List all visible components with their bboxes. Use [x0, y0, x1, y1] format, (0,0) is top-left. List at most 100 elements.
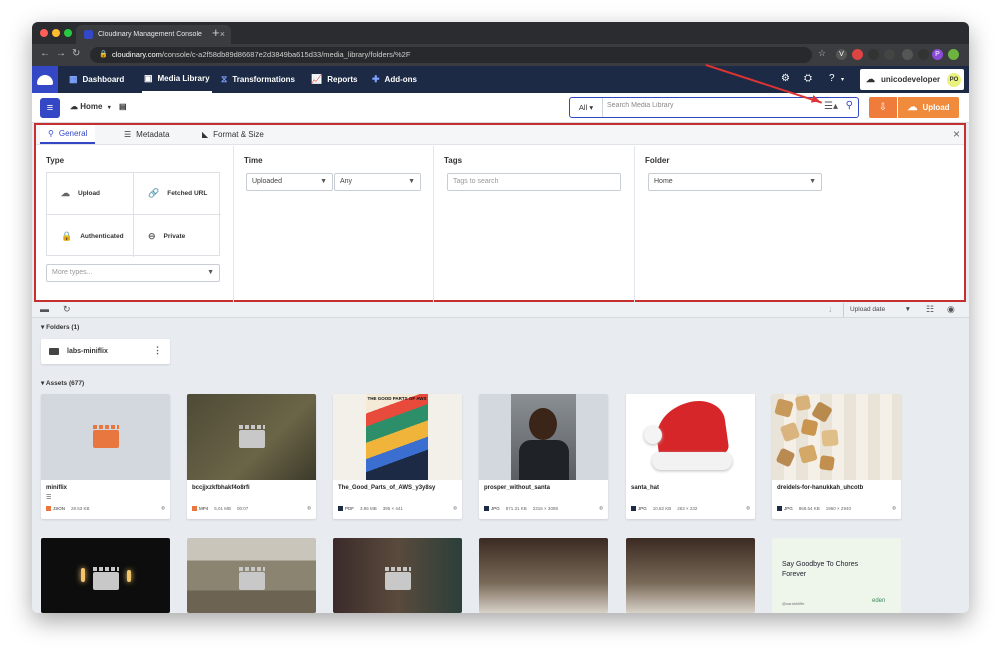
- url-field[interactable]: 🔒 cloudinary.com/console/c-a2f58db89d866…: [90, 47, 812, 63]
- maximize-window-button[interactable]: [64, 29, 72, 37]
- type-private[interactable]: ⊖ Private: [134, 215, 221, 257]
- asset-card[interactable]: dreidels-for-hanukkah_uhcotb JPG 868.64 …: [772, 394, 901, 519]
- promo-handle: @sarahbliffe: [782, 601, 805, 606]
- extension-puzzle-icon[interactable]: [918, 49, 929, 60]
- close-filter-panel-icon[interactable]: ×: [953, 127, 960, 141]
- preview-eye-icon[interactable]: ◉: [947, 304, 955, 315]
- tab-format-size[interactable]: ◣ Format & Size: [194, 125, 272, 144]
- asset-dimensions: 263 × 232: [677, 505, 698, 511]
- reload-icon[interactable]: ↻: [72, 48, 80, 59]
- extension-gray-icon[interactable]: [884, 49, 895, 60]
- help-icon[interactable]: ?: [829, 73, 835, 84]
- cloudinary-logo-icon[interactable]: [32, 66, 58, 93]
- extension-dark-icon[interactable]: [868, 49, 879, 60]
- nav-addons[interactable]: ✚ Add-ons: [372, 66, 417, 93]
- asset-card[interactable]: [187, 538, 316, 613]
- list-view-icon[interactable]: ☷: [926, 304, 934, 315]
- user-menu[interactable]: ☁ unicodeveloper PO: [860, 69, 964, 90]
- download-button[interactable]: ⇩: [869, 97, 898, 118]
- type-fetched-url[interactable]: 🔗 Fetched URL: [134, 173, 221, 215]
- app-navbar: ▦ Dashboard ▣ Media Library ⧖ Transforma…: [32, 66, 969, 93]
- nav-reports[interactable]: 📈 Reports: [311, 66, 357, 93]
- asset-card[interactable]: miniflix ☰ JSON 28.53 KB ◍: [41, 394, 170, 519]
- forward-arrow-icon[interactable]: →: [56, 48, 66, 59]
- breadcrumb-chevron-icon[interactable]: ▾: [108, 105, 111, 111]
- folders-section-title[interactable]: ▾ Folders (1): [41, 323, 79, 331]
- folder-card[interactable]: labs-miniflix ⋮: [41, 339, 170, 364]
- nav-transformations[interactable]: ⧖ Transformations: [221, 66, 295, 93]
- url-host: cloudinary.com: [112, 50, 162, 59]
- more-options-icon[interactable]: ⋮: [153, 345, 162, 356]
- close-tab-icon[interactable]: ×: [220, 29, 225, 39]
- time-field-select[interactable]: Uploaded ▼: [246, 173, 333, 191]
- profile-b-icon[interactable]: [948, 49, 959, 60]
- nav-media-library[interactable]: ▣ Media Library: [142, 66, 212, 93]
- extension-red-icon[interactable]: [852, 49, 863, 60]
- asset-thumbnail[interactable]: [626, 394, 755, 480]
- type-fetched-url-label: Fetched URL: [167, 190, 208, 197]
- assets-section-title[interactable]: ▾ Assets (677): [41, 379, 84, 387]
- settings-gear-icon[interactable]: ⚙: [781, 73, 790, 84]
- search-scope-select[interactable]: All ▾: [570, 98, 603, 117]
- extension-list-icon[interactable]: [902, 49, 913, 60]
- help-chevron-icon[interactable]: ▾: [841, 76, 844, 83]
- profile-p-icon[interactable]: P: [932, 49, 943, 60]
- dreidel-image: [774, 398, 794, 418]
- bookmark-star-icon[interactable]: ☆: [818, 48, 826, 59]
- tab-general[interactable]: ⚲ General: [40, 125, 96, 144]
- asset-card[interactable]: [479, 538, 608, 613]
- close-window-button[interactable]: [40, 29, 48, 37]
- breadcrumb-home[interactable]: Home: [80, 102, 102, 111]
- asset-card[interactable]: bccjjxzkfbhakf4o8rfi MP4 5.01 MB 00:07 ◍: [187, 394, 316, 519]
- nav-transformations-label: Transformations: [232, 75, 296, 84]
- nav-dashboard[interactable]: ▦ Dashboard: [69, 66, 124, 93]
- asset-card[interactable]: prosper_without_santa JPG 871.31 KB 2316…: [479, 394, 608, 519]
- sort-direction-icon[interactable]: ↓: [828, 304, 833, 314]
- addons-icon: ✚: [372, 74, 380, 84]
- search-input[interactable]: [607, 102, 807, 109]
- tab-format-size-label: Format & Size: [213, 130, 264, 139]
- tab-metadata[interactable]: ☰ Metadata: [116, 125, 178, 144]
- search-icon[interactable]: ⚲: [846, 100, 853, 111]
- asset-card[interactable]: [333, 538, 462, 613]
- refresh-icon[interactable]: ↻: [63, 304, 71, 315]
- asset-card[interactable]: Say Goodbye To Chores Forever @sarahblif…: [772, 538, 901, 613]
- asset-meta: PDF 3.86 MB 395 × 441 ◍: [338, 505, 457, 511]
- new-tab-button[interactable]: +: [212, 25, 220, 40]
- hamburger-menu-icon[interactable]: ≡: [40, 98, 60, 118]
- asset-card[interactable]: [626, 538, 755, 613]
- sort-select[interactable]: Upload date ▼: [843, 303, 915, 317]
- asset-thumbnail[interactable]: [41, 394, 170, 480]
- asset-meta: JPG 871.31 KB 2316 × 3088 ◍: [484, 505, 603, 511]
- avatar[interactable]: PO: [947, 72, 961, 87]
- back-arrow-icon[interactable]: ←: [40, 48, 50, 59]
- folder-toggle-icon[interactable]: ▬: [40, 304, 49, 314]
- new-folder-icon[interactable]: ▤: [119, 102, 127, 111]
- breadcrumb[interactable]: ☁ Home ▾ ▤: [70, 102, 127, 111]
- minimize-window-button[interactable]: [52, 29, 60, 37]
- asset-format: JPG: [484, 505, 500, 511]
- asset-thumbnail[interactable]: [187, 394, 316, 480]
- more-types-select[interactable]: More types... ▼: [46, 264, 220, 282]
- asset-thumbnail[interactable]: THE GOOD PARTS OF AWS: [333, 394, 462, 480]
- asset-card[interactable]: THE GOOD PARTS OF AWS The_Good_Parts_of_…: [333, 394, 462, 519]
- type-upload[interactable]: ☁ Upload: [47, 173, 134, 215]
- time-filter-column: Time Uploaded ▼ Any ▼: [234, 146, 434, 302]
- folder-select[interactable]: Home ▼: [648, 173, 822, 191]
- assets-title: Assets (677): [45, 380, 85, 387]
- browser-tab[interactable]: Cloudinary Management Console ×: [76, 25, 231, 44]
- tags-input[interactable]: Tags to search: [447, 173, 621, 191]
- advanced-filter-icon[interactable]: ☰▴: [824, 101, 838, 112]
- asset-card[interactable]: [41, 538, 170, 613]
- asset-thumbnail[interactable]: [479, 394, 608, 480]
- asset-thumbnail[interactable]: [772, 394, 901, 480]
- notifications-icon[interactable]: ⛭: [804, 73, 812, 84]
- address-bar-row: ← → ↻ 🔒 cloudinary.com/console/c-a2f58db…: [32, 44, 969, 66]
- nav-media-library-label: Media Library: [157, 74, 210, 83]
- asset-card[interactable]: santa_hat JPG 10.82 KB 263 × 232 ◍: [626, 394, 755, 519]
- nav-addons-label: Add-ons: [384, 75, 417, 84]
- time-range-select[interactable]: Any ▼: [334, 173, 421, 191]
- extension-v-icon[interactable]: V: [836, 49, 847, 60]
- type-authenticated[interactable]: 🔒 Authenticated: [47, 215, 134, 257]
- upload-button[interactable]: ☁ Upload: [898, 97, 959, 118]
